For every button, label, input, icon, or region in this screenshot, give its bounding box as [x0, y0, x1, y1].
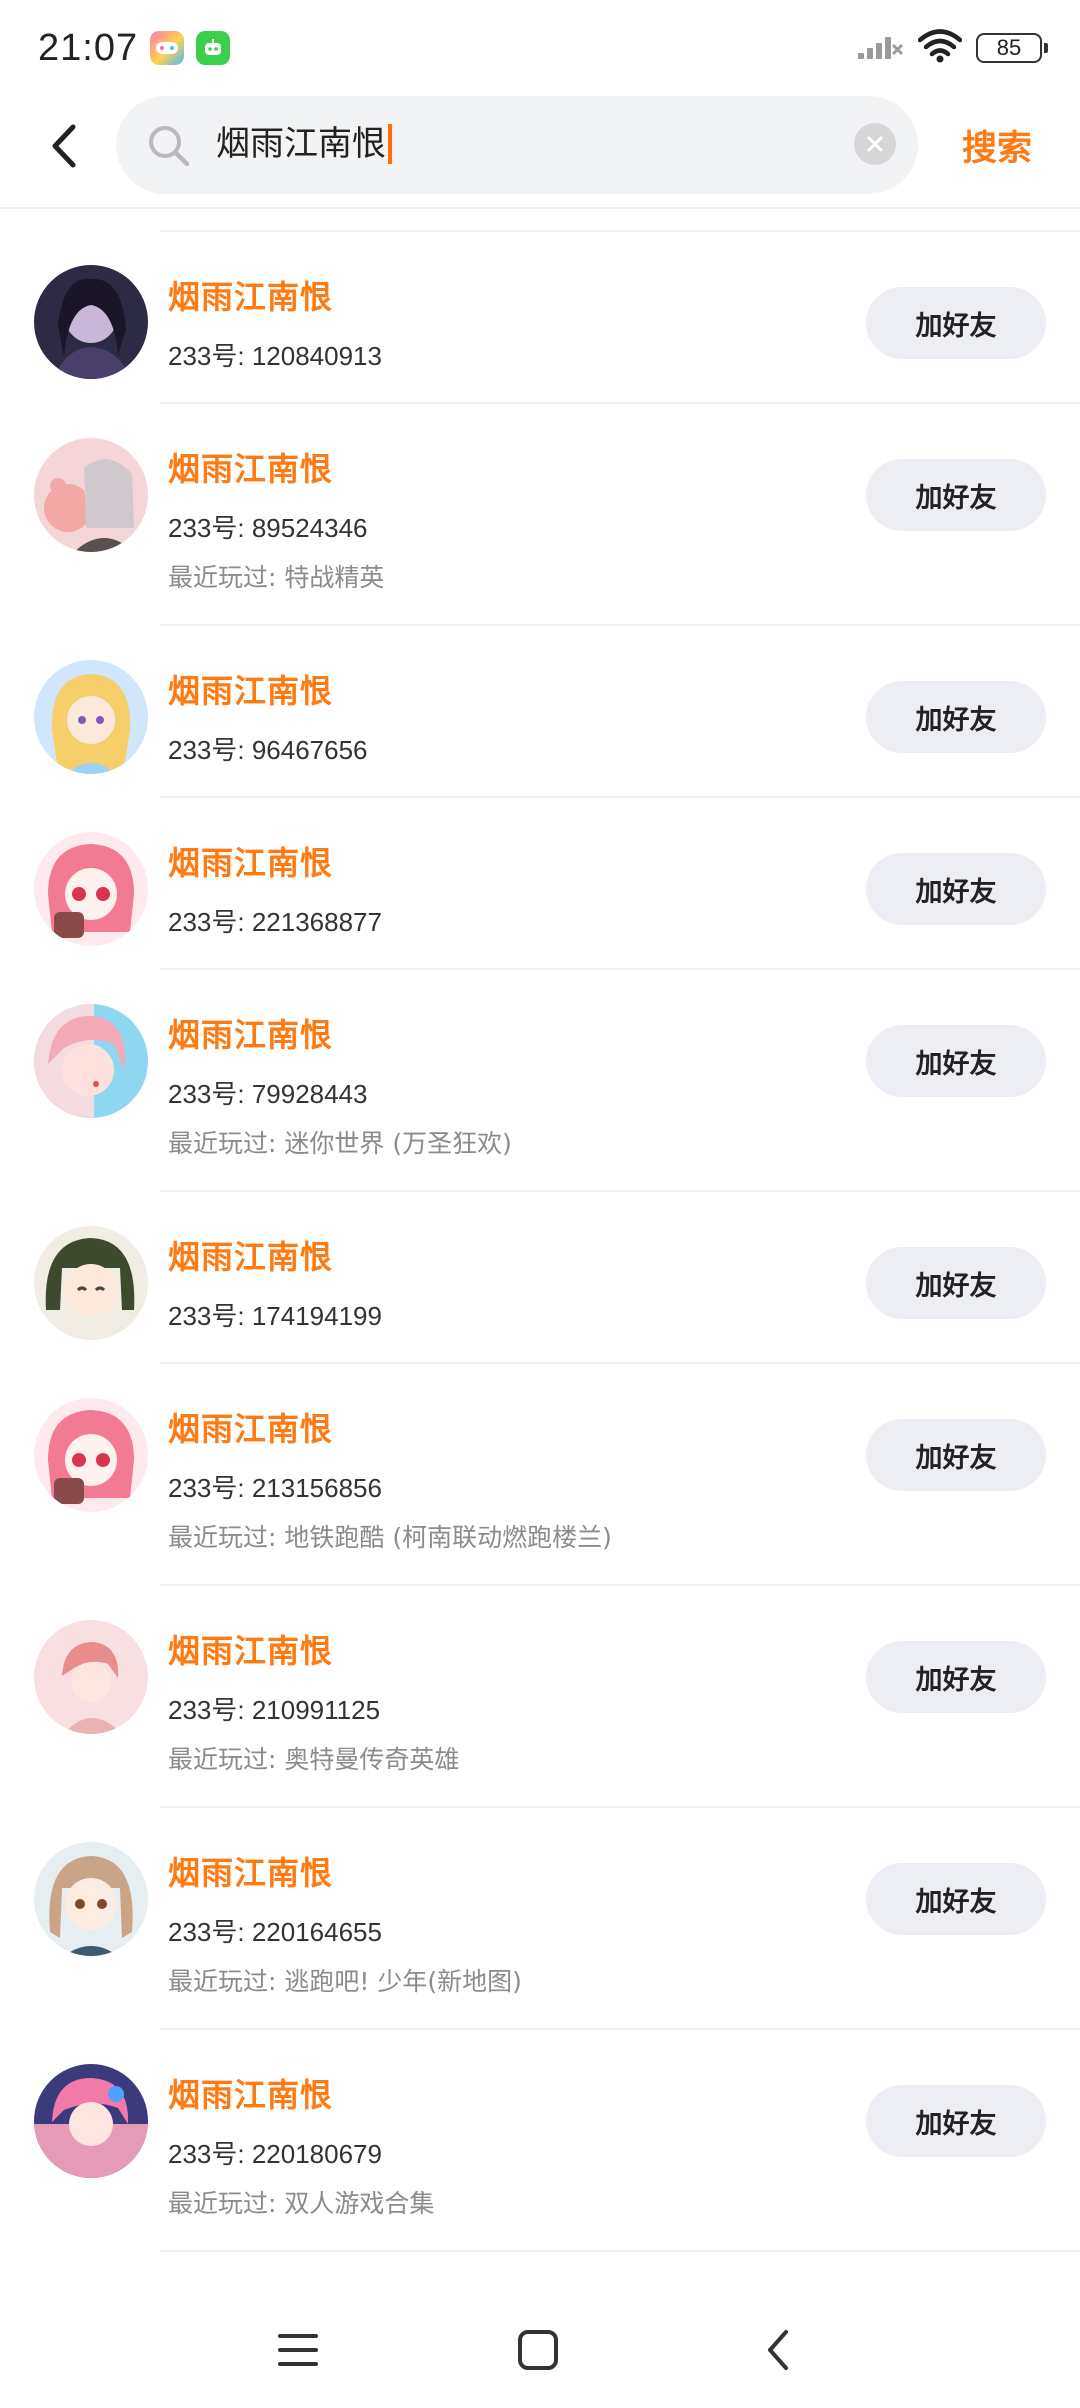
- navigation-bar: [0, 2300, 1080, 2408]
- row-divider: [160, 796, 1080, 798]
- nickname: 烟雨江南恨: [168, 450, 334, 488]
- recently-played: 最近玩过: 迷你世界 (万圣狂欢): [168, 1129, 512, 1158]
- avatar[interactable]: [34, 1004, 148, 1118]
- row-divider: [160, 624, 1080, 626]
- add-friend-button[interactable]: 加好友: [866, 1025, 1046, 1097]
- search-header: 烟雨江南恨 搜索: [0, 96, 1080, 208]
- row-divider: [160, 968, 1080, 970]
- add-friend-button[interactable]: 加好友: [866, 287, 1046, 359]
- nickname: 烟雨江南恨: [168, 2076, 334, 2114]
- row-divider: [160, 1362, 1080, 1364]
- row-divider: [160, 1584, 1080, 1586]
- add-friend-button[interactable]: 加好友: [866, 1247, 1046, 1319]
- add-friend-button[interactable]: 加好友: [866, 853, 1046, 925]
- row-divider: [160, 2028, 1080, 2030]
- clear-icon: [867, 136, 883, 152]
- add-friend-button[interactable]: 加好友: [866, 681, 1046, 753]
- clear-button[interactable]: [854, 123, 896, 165]
- search-query: 烟雨江南恨: [216, 122, 392, 166]
- user-id: 233号: 213156856: [168, 1473, 382, 1503]
- robot-app-icon: [196, 31, 231, 65]
- game-app-icon: [150, 31, 185, 65]
- header-divider: [0, 207, 1080, 209]
- nickname: 烟雨江南恨: [168, 1410, 334, 1448]
- recently-played: 最近玩过: 特战精英: [168, 563, 385, 592]
- status-time: 21:07: [38, 26, 139, 69]
- avatar[interactable]: [34, 832, 148, 946]
- status-bar: 21:07 85: [0, 0, 1080, 96]
- row-divider: [160, 2250, 1080, 2252]
- nickname: 烟雨江南恨: [168, 1854, 334, 1892]
- nickname: 烟雨江南恨: [168, 1238, 334, 1276]
- recently-played: 最近玩过: 地铁跑酷 (柯南联动燃跑楼兰): [168, 1523, 612, 1552]
- search-input[interactable]: 烟雨江南恨: [116, 96, 918, 194]
- back-arrow-icon: [52, 124, 76, 168]
- user-id: 233号: 96467656: [168, 735, 368, 765]
- text-caret: [388, 124, 392, 164]
- search-button[interactable]: 搜索: [962, 120, 1032, 171]
- nickname: 烟雨江南恨: [168, 1632, 334, 1670]
- row-divider: [160, 402, 1080, 404]
- row-divider: [160, 1806, 1080, 1808]
- user-id: 233号: 174194199: [168, 1301, 382, 1331]
- add-friend-button[interactable]: 加好友: [866, 1863, 1046, 1935]
- home-icon: [518, 2330, 558, 2370]
- nickname: 烟雨江南恨: [168, 672, 334, 710]
- back-button[interactable]: [40, 114, 88, 178]
- search-query-text: 烟雨江南恨: [216, 124, 386, 164]
- user-id: 233号: 221368877: [168, 907, 382, 937]
- nav-back-icon: [768, 2330, 788, 2370]
- user-id: 233号: 220180679: [168, 2139, 382, 2169]
- home-button[interactable]: [508, 2320, 568, 2380]
- user-id: 233号: 79928443: [168, 1079, 368, 1109]
- battery-icon: 85: [976, 33, 1048, 63]
- user-id: 233号: 210991125: [168, 1695, 381, 1725]
- add-friend-button[interactable]: 加好友: [866, 2085, 1046, 2157]
- avatar[interactable]: [34, 438, 148, 552]
- add-friend-button[interactable]: 加好友: [866, 1419, 1046, 1491]
- recently-played: 最近玩过: 奥特曼传奇英雄: [168, 1745, 460, 1774]
- status-right: 85: [856, 29, 1048, 67]
- row-divider: [160, 1190, 1080, 1192]
- nickname: 烟雨江南恨: [168, 1016, 334, 1054]
- avatar[interactable]: [34, 1620, 148, 1734]
- add-friend-button[interactable]: 加好友: [866, 459, 1046, 531]
- avatar[interactable]: [34, 660, 148, 774]
- list-top-divider: [160, 230, 1080, 232]
- recently-played: 最近玩过: 双人游戏合集: [168, 2189, 435, 2218]
- recently-played: 最近玩过: 逃跑吧! 少年(新地图): [168, 1967, 522, 1996]
- nickname: 烟雨江南恨: [168, 278, 334, 316]
- user-id: 233号: 120840913: [168, 341, 382, 371]
- avatar[interactable]: [34, 1226, 148, 1340]
- menu-icon: [278, 2334, 318, 2366]
- screen: 21:07 85 烟雨江南恨 搜索 烟雨江南恨 233号: 120840913 …: [0, 0, 1080, 2408]
- nav-back-button[interactable]: [748, 2320, 808, 2380]
- battery-level: 85: [996, 35, 1022, 60]
- menu-button[interactable]: [268, 2320, 328, 2380]
- add-friend-button[interactable]: 加好友: [866, 1641, 1046, 1713]
- signal-icon: [856, 31, 904, 65]
- avatar[interactable]: [34, 265, 148, 379]
- avatar[interactable]: [34, 1398, 148, 1512]
- user-id: 233号: 89524346: [168, 513, 368, 543]
- user-id: 233号: 220164655: [168, 1917, 382, 1947]
- avatar[interactable]: [34, 2064, 148, 2178]
- wifi-icon: [917, 29, 963, 67]
- search-icon: [146, 123, 192, 173]
- nickname: 烟雨江南恨: [168, 844, 334, 882]
- avatar[interactable]: [34, 1842, 148, 1956]
